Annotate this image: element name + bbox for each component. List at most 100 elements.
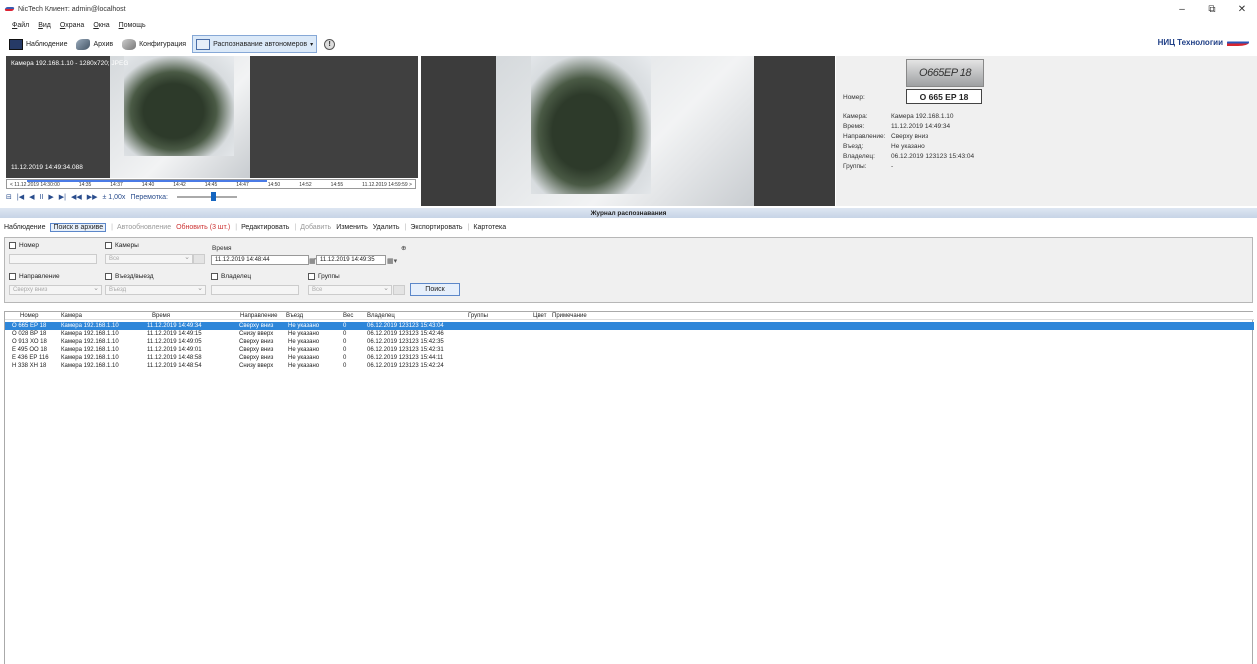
- direction-select[interactable]: Сверху вниз: [9, 284, 102, 295]
- table-row[interactable]: Е 495 ОО 18 Камера 192.168.1.10 11.12.2019…: [5, 346, 1254, 354]
- action-archive-search[interactable]: Поиск в архиве: [50, 222, 107, 232]
- cameras-pick-button[interactable]: [193, 254, 205, 264]
- config-button[interactable]: Конфигурация: [119, 35, 189, 53]
- number-input[interactable]: [9, 254, 97, 264]
- action-add[interactable]: Добавить: [300, 224, 331, 231]
- filter-groups-checkbox[interactable]: Группы: [308, 273, 340, 280]
- search-button[interactable]: Поиск: [410, 283, 460, 296]
- info-icon[interactable]: !: [324, 38, 336, 50]
- journal-header: Журнал распознавания: [0, 208, 1257, 218]
- col-camera[interactable]: Камера: [61, 312, 82, 320]
- snapshot-icon[interactable]: ⊟: [6, 193, 12, 201]
- fast-forward-icon[interactable]: ▶▶: [87, 193, 98, 201]
- cell-weight: 0: [343, 339, 347, 345]
- action-edit[interactable]: Редактировать: [241, 224, 289, 231]
- play-icon[interactable]: ▶: [48, 193, 53, 201]
- time-from-input[interactable]: 11.12.2019 14:48:44: [211, 255, 309, 265]
- filter-owner-checkbox[interactable]: Владелец: [211, 273, 251, 280]
- filter-owner-label: Владелец: [221, 273, 252, 280]
- action-monitoring[interactable]: Наблюдение: [4, 224, 45, 231]
- groups-pick-button[interactable]: [393, 285, 405, 295]
- groups-select[interactable]: Все: [308, 284, 392, 295]
- col-time[interactable]: Время: [152, 312, 170, 320]
- col-note[interactable]: Примечание: [552, 312, 587, 320]
- filter-cameras-checkbox[interactable]: Камеры: [105, 242, 139, 249]
- filter-number-checkbox[interactable]: Номер: [9, 242, 39, 249]
- play-backward-icon[interactable]: ◀: [29, 193, 34, 201]
- cell-owner: 06.12.2019 123123 15:43:04: [367, 323, 444, 329]
- col-owner[interactable]: Владелец: [367, 312, 395, 320]
- action-autorefresh[interactable]: Автообновление: [117, 224, 171, 231]
- snapshot-car-image: [531, 56, 651, 194]
- entry-select[interactable]: Въезд: [105, 284, 206, 295]
- restore-button[interactable]: ⧉: [1197, 0, 1227, 18]
- col-direction[interactable]: Направление: [240, 312, 277, 320]
- cell-direction: Сверху вниз: [239, 347, 274, 353]
- action-card[interactable]: Картотека: [473, 224, 506, 231]
- action-delete[interactable]: Удалить: [373, 224, 400, 231]
- main-toolbar: Наблюдение Архив Конфигурация Распознава…: [0, 34, 1257, 54]
- checkbox-icon: [105, 273, 112, 280]
- close-button[interactable]: ✕: [1227, 0, 1257, 18]
- col-color[interactable]: Цвет: [533, 312, 546, 320]
- speed-control[interactable]: ± 1,00x: [103, 194, 126, 201]
- filter-direction-checkbox[interactable]: Направление: [9, 273, 60, 280]
- cell-entry: Не указано: [288, 347, 320, 353]
- skip-start-icon[interactable]: |◀: [17, 193, 24, 201]
- menu-file[interactable]: Файл: [12, 22, 29, 29]
- time-to-input[interactable]: 11.12.2019 14:49:35: [316, 255, 386, 265]
- col-weight[interactable]: Вес: [343, 312, 353, 320]
- filter-collapse-icon[interactable]: ⊕: [401, 244, 406, 252]
- checkbox-icon: [9, 242, 16, 249]
- camera-timestamp: 11.12.2019 14:49:34.088: [11, 164, 83, 171]
- filter-groups-label: Группы: [318, 273, 340, 280]
- camera-view[interactable]: Камера 192.168.1.10 - 1280x720; JPEG 11.…: [6, 56, 418, 178]
- seek-slider[interactable]: [176, 192, 237, 201]
- table-row[interactable]: О 913 ХО 18 Камера 192.168.1.10 11.12.2019…: [5, 338, 1254, 346]
- chevron-down-icon[interactable]: ▾: [310, 41, 313, 48]
- cell-entry: Не указано: [288, 339, 320, 345]
- rewind-icon[interactable]: ◀◀: [71, 193, 82, 201]
- pause-icon[interactable]: II: [39, 194, 43, 201]
- cameras-select[interactable]: Все: [105, 253, 193, 264]
- archive-button[interactable]: Архив: [73, 35, 116, 53]
- checkbox-icon: [9, 273, 16, 280]
- action-export[interactable]: Экспортировать: [410, 224, 462, 231]
- action-refresh[interactable]: Обновить (3 шт.): [176, 224, 230, 231]
- owner-input[interactable]: [211, 285, 299, 295]
- monitoring-button[interactable]: Наблюдение: [6, 35, 70, 53]
- menu-security[interactable]: Охрана: [60, 22, 84, 29]
- table-row[interactable]: О 028 ВР 18 Камера 192.168.1.10 11.12.2019…: [5, 330, 1254, 338]
- cell-number: Н 338 ХН 18: [12, 363, 47, 369]
- timeline-label: 14:45: [204, 182, 218, 188]
- cell-camera: Камера 192.168.1.10: [61, 331, 119, 337]
- info-label-camera: Камера:: [843, 113, 868, 120]
- table-row[interactable]: О 665 ЕР 18 Камера 192.168.1.10 11.12.2019…: [5, 322, 1254, 330]
- archive-timeline[interactable]: < 11.12.2019 14:30:00 14:35 14:37 14:40 …: [6, 179, 416, 189]
- calendar-icon[interactable]: ▦▾: [387, 257, 397, 265]
- seek-slider-knob[interactable]: [210, 192, 216, 201]
- cell-time: 11.12.2019 14:49:01: [147, 347, 202, 353]
- checkbox-icon: [105, 242, 112, 249]
- info-value-direction: Сверху вниз: [891, 133, 929, 140]
- plate-recognition-button[interactable]: Распознавание автономеров ▾: [192, 35, 318, 53]
- cell-number: Е 495 ОО 18: [12, 347, 48, 353]
- table-row[interactable]: Е 436 ЕР 116 Камера 192.168.1.10 11.12.201…: [5, 354, 1254, 362]
- skip-end-icon[interactable]: ▶|: [59, 193, 66, 201]
- menu-windows[interactable]: Окна: [93, 22, 109, 29]
- col-number[interactable]: Номер: [20, 312, 38, 320]
- info-label-time: Время:: [843, 123, 865, 130]
- cell-weight: 0: [343, 355, 347, 361]
- cell-entry: Не указано: [288, 323, 320, 329]
- cell-owner: 06.12.2019 123123 15:42:24: [367, 363, 444, 369]
- col-entry[interactable]: Въезд: [286, 312, 303, 320]
- plate-image: O665EP 18: [906, 59, 984, 87]
- menu-view[interactable]: Вид: [38, 22, 51, 29]
- menu-help[interactable]: Помощь: [119, 22, 146, 29]
- col-groups[interactable]: Группы: [468, 312, 488, 320]
- action-change[interactable]: Изменить: [336, 224, 368, 231]
- table-row[interactable]: Н 338 ХН 18 Камера 192.168.1.10 11.12.2019…: [5, 362, 1254, 370]
- journal-actions: Наблюдение Поиск в архиве | Автообновлен…: [4, 222, 507, 232]
- minimize-button[interactable]: –: [1167, 0, 1197, 18]
- filter-entry-checkbox[interactable]: Въезд/выезд: [105, 273, 154, 280]
